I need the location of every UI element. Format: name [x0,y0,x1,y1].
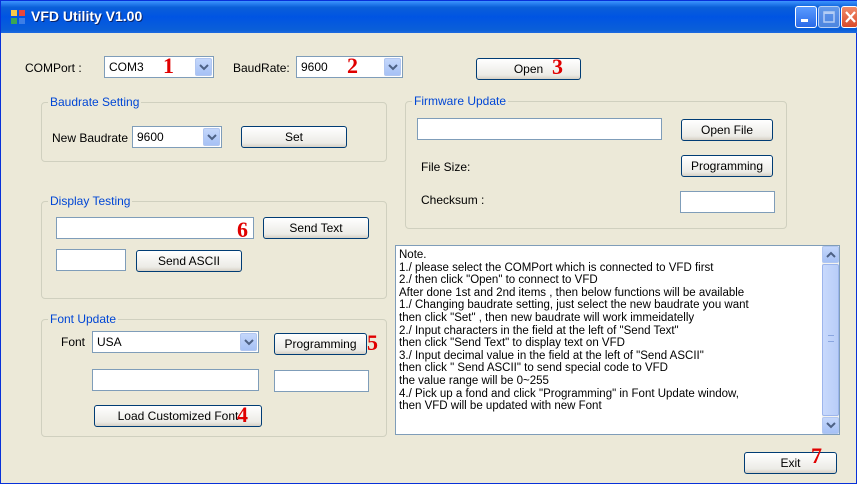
step-marker-2: 2 [347,53,358,78]
notes-textarea[interactable]: Note. 1./ please select the COMPort which… [395,245,840,435]
grip-icon [828,335,834,342]
font-size-input[interactable] [274,370,369,392]
set-button[interactable]: Set [241,126,347,148]
checksum-field [680,191,775,213]
open-button[interactable]: Open [476,58,581,80]
notes-scrollbar[interactable] [822,246,839,434]
close-icon [845,11,856,23]
baudrate-label: BaudRate: [233,61,290,75]
note-line: then click "Send Text" to display text o… [399,337,625,350]
note-line: After done 1st and 2nd items , then belo… [399,286,745,299]
group-title: Display Testing [48,194,133,208]
new-baudrate-label: New Baudrate [52,131,129,145]
scroll-thumb[interactable] [822,264,839,416]
app-window: VFD Utility V1.00 COMPort : COM3 1 BaudR… [0,0,857,484]
font-select[interactable]: USA [92,331,259,353]
firmware-file-input[interactable] [417,118,662,140]
step-marker-3: 3 [552,54,563,79]
comport-select[interactable]: COM3 [104,56,214,78]
font-value: USA [97,335,122,349]
font-path-input[interactable] [92,369,259,391]
font-label: Font [61,335,86,349]
step-marker-1: 1 [163,53,174,78]
note-line: then click " Send ASCII" to send special… [399,362,668,375]
chevron-down-icon [826,422,836,429]
note-line: 1./ please select the COMPort which is c… [399,261,714,274]
send-ascii-button[interactable]: Send ASCII [136,250,242,272]
new-baudrate-value: 9600 [137,130,164,144]
minimize-icon [801,19,808,22]
note-line: then click "Set" , then new baudrate wil… [399,311,695,324]
step-marker-6: 6 [237,217,248,242]
file-size-label: File Size: [421,160,471,174]
chevron-down-icon[interactable] [240,333,257,351]
chevron-down-icon[interactable] [203,128,220,146]
comport-value: COM3 [109,60,144,74]
scroll-up-button[interactable] [822,246,839,263]
title-bar[interactable]: VFD Utility V1.00 [1,1,857,33]
note-line: then VFD will be updated with new Font [399,400,602,413]
font-programming-button[interactable]: Programming [274,333,367,355]
note-line: 3./ Input decimal value in the field at … [399,349,704,362]
maximize-icon [823,11,835,23]
app-icon [11,10,25,24]
note-line: 4./ Pick up a fond and click "Programmin… [399,387,739,400]
step-marker-5: 5 [367,330,378,355]
send-ascii-input[interactable] [56,249,126,271]
exit-button[interactable]: Exit [744,452,837,474]
new-baudrate-select[interactable]: 9600 [132,126,222,148]
baudrate-value: 9600 [301,60,328,74]
note-line: 2./ then click "Open" to connect to VFD [399,274,598,287]
send-text-button[interactable]: Send Text [263,217,369,239]
firmware-programming-button[interactable]: Programming [681,155,773,177]
checksum-label: Checksum : [421,193,485,207]
group-title: Font Update [48,312,119,326]
note-line: the value range will be 0~255 [399,374,549,387]
scroll-down-button[interactable] [822,417,839,434]
group-title: Baudrate Setting [48,95,142,109]
step-marker-4: 4 [237,402,248,427]
note-line: 1./ Changing baudrate setting, just sele… [399,299,749,312]
note-line: 2./ Input characters in the field at the… [399,324,679,337]
close-button[interactable] [841,6,857,28]
minimize-button[interactable] [795,6,817,28]
chevron-down-icon[interactable] [195,58,212,76]
comport-label: COMPort : [25,61,82,75]
chevron-down-icon[interactable] [384,58,401,76]
chevron-up-icon [826,251,836,258]
group-title: Firmware Update [412,94,509,108]
step-marker-7: 7 [811,443,822,468]
maximize-button[interactable] [818,6,840,28]
notes-text: Note. 1./ please select the COMPort which… [399,249,817,413]
window-title: VFD Utility V1.00 [31,8,143,24]
send-text-input[interactable] [56,217,254,239]
note-line: Note. [399,249,427,261]
open-file-button[interactable]: Open File [681,119,773,141]
